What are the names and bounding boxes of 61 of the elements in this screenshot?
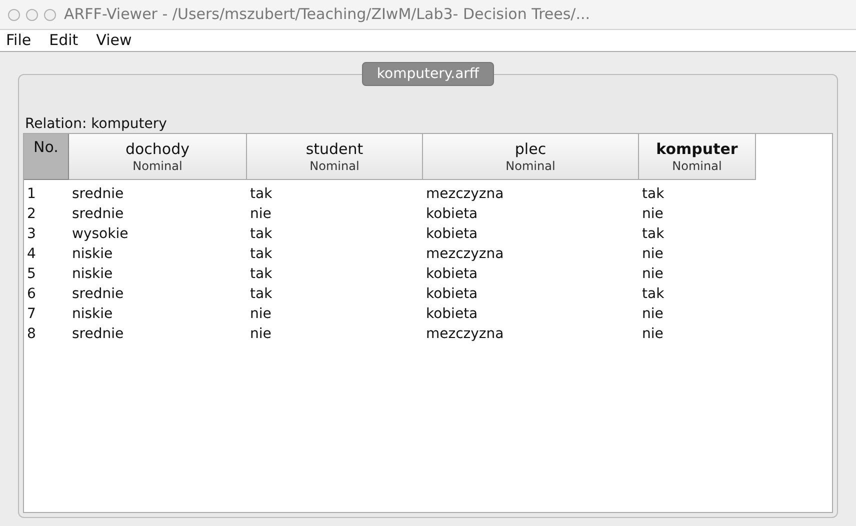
column-header[interactable]: No. <box>24 134 69 180</box>
table-cell-text: nie <box>249 324 272 344</box>
table-cell-text: niskie <box>71 264 114 284</box>
table-cell-text: srednie <box>71 284 125 304</box>
attribute-name: plec <box>514 140 546 158</box>
table-cell-text: kobieta <box>425 284 479 304</box>
window-title: ARFF-Viewer - /Users/mszubert/Teaching/ZIwM/Lab3- Decision Trees/... <box>64 4 590 26</box>
table-cell-text: 8 <box>26 324 37 344</box>
table-cell-text: nie <box>641 244 664 264</box>
menu-item[interactable]: View <box>96 29 132 52</box>
attribute-type: Nominal <box>132 158 182 174</box>
table-cell-text: tak <box>641 184 666 204</box>
table-cell-text: kobieta <box>425 224 479 244</box>
table-cell-text: nie <box>641 304 664 324</box>
table-cell-text: tak <box>641 284 666 304</box>
table-cell-text: niskie <box>71 304 114 324</box>
zoom-icon[interactable] <box>44 8 56 20</box>
table-cell-text: 1 <box>26 184 37 204</box>
attribute-type: Nominal <box>506 158 556 174</box>
table-cell-text: tak <box>641 224 666 244</box>
column-header[interactable]: dochody Nominal <box>69 134 247 180</box>
table-cell-text: mezczyzna <box>425 184 505 204</box>
column-header[interactable]: plec Nominal <box>423 134 639 180</box>
table-cell-text: nie <box>641 264 664 284</box>
column-header[interactable]: komputer Nominal <box>639 134 756 180</box>
table-cell-text: kobieta <box>425 264 479 284</box>
minimize-icon[interactable] <box>26 8 38 20</box>
attribute-name: dochody <box>125 140 190 158</box>
table-cell-text: nie <box>641 204 664 224</box>
attribute-name: student <box>306 140 364 158</box>
attribute-name: komputer <box>656 140 738 158</box>
table-cell-text: tak <box>249 184 274 204</box>
close-icon[interactable] <box>8 8 20 20</box>
menu-item[interactable]: Edit <box>49 29 78 52</box>
table-cell-text: mezczyzna <box>425 324 505 344</box>
relation-label: Relation: komputery <box>24 115 168 133</box>
table-cell-text: 7 <box>26 304 37 324</box>
table-cell-text: nie <box>249 304 272 324</box>
table-cell-text: 6 <box>26 284 37 304</box>
table-cell-text: tak <box>249 224 274 244</box>
table-cell-text: mezczyzna <box>425 244 505 264</box>
attribute-type: Nominal <box>310 158 360 174</box>
table-cell-text: 5 <box>26 264 37 284</box>
table-cell-text: nie <box>249 204 272 224</box>
table-cell-text: 3 <box>26 224 37 244</box>
table-cell-text: tak <box>249 264 274 284</box>
table-cell-text: nie <box>641 324 664 344</box>
column-header[interactable]: student Nominal <box>247 134 423 180</box>
attribute-type: Nominal <box>672 158 722 174</box>
table-cell-text: tak <box>249 284 274 304</box>
table-cell-text: niskie <box>71 244 114 264</box>
table-cell-text: wysokie <box>71 224 130 244</box>
table-cell-text: 4 <box>26 244 37 264</box>
menu-item[interactable]: File <box>6 29 32 52</box>
table-cell-text: 2 <box>26 204 37 224</box>
table-cell-text: kobieta <box>425 204 479 224</box>
table-cell-text: srednie <box>71 184 125 204</box>
table-cell-text: tak <box>249 244 274 264</box>
table-cell-text: srednie <box>71 324 125 344</box>
table-cell-text: kobieta <box>425 304 479 324</box>
table-cell-text: srednie <box>71 204 125 224</box>
